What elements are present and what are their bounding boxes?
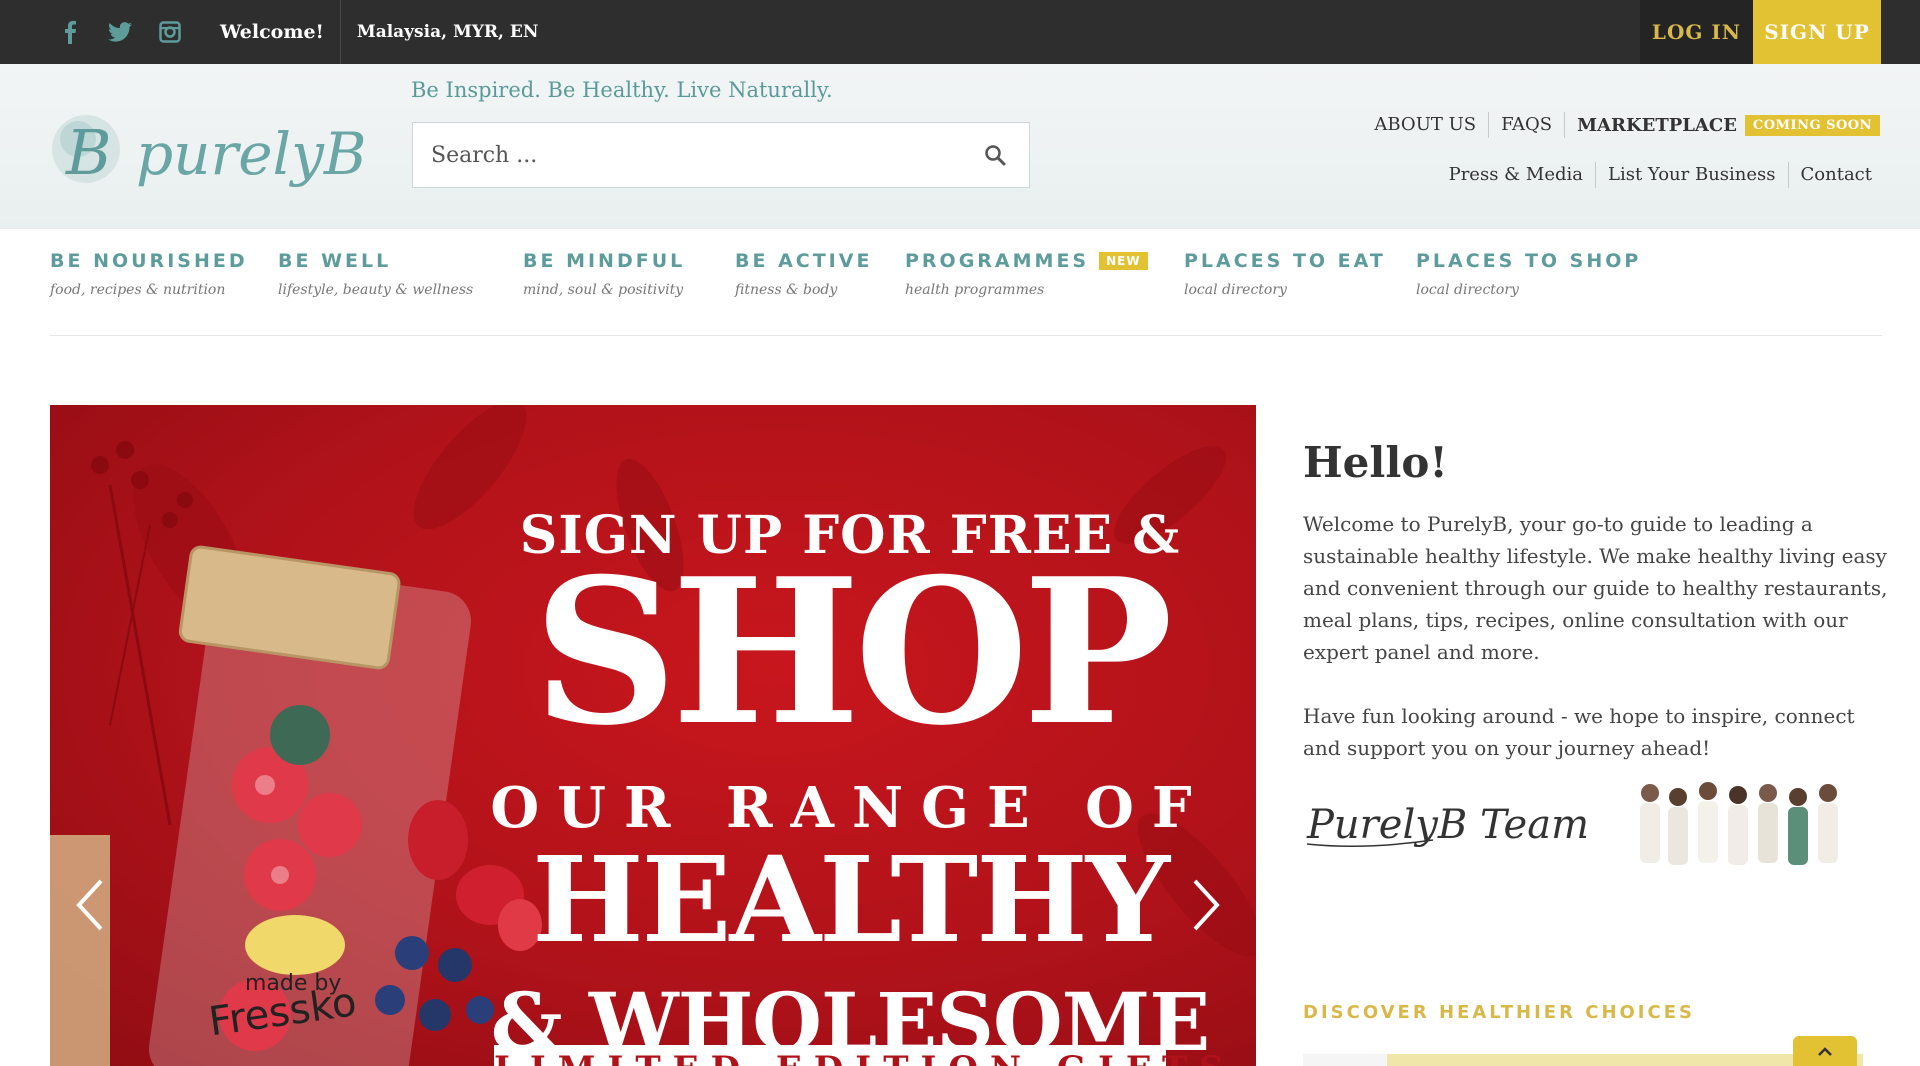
nav-subtitle: local directory: [1416, 282, 1519, 298]
carousel-prev-icon[interactable]: [70, 875, 110, 935]
search-input[interactable]: Search ...: [431, 143, 981, 168]
nav-title: PLACES TO SHOP: [1416, 250, 1642, 272]
team-photo: [1630, 775, 1860, 875]
scroll-top-button[interactable]: [1793, 1036, 1857, 1066]
discover-heading: DISCOVER HEALTHIER CHOICES: [1303, 1002, 1695, 1023]
hero-banner[interactable]: made by Fressko SIGN UP FOR FREE & SHOP …: [50, 405, 1256, 1066]
search-icon[interactable]: [981, 141, 1009, 169]
carousel-next-icon[interactable]: [1186, 875, 1226, 935]
new-badge: NEW: [1099, 252, 1148, 270]
nav-title-row: PROGRAMMES NEW: [905, 250, 1148, 272]
chevron-up-icon: [1817, 1042, 1833, 1061]
category-nav: BE NOURISHED food, recipes & nutrition B…: [50, 250, 1882, 336]
nav-subtitle: health programmes: [905, 282, 1045, 298]
press-media-link[interactable]: Press & Media: [1437, 162, 1596, 188]
nav-subtitle: lifestyle, beauty & wellness: [278, 282, 474, 298]
faqs-link[interactable]: FAQS: [1489, 112, 1566, 138]
nav-item-be-mindful[interactable]: BE MINDFUL mind, soul & positivity: [523, 250, 685, 298]
coming-soon-badge: COMING SOON: [1744, 114, 1880, 136]
team-signature: PurelyB Team: [1303, 780, 1603, 860]
marketplace-link[interactable]: MARKETPLACE: [1565, 115, 1745, 136]
hello-heading: Hello!: [1303, 438, 1448, 487]
nav-item-be-well[interactable]: BE WELL lifestyle, beauty & wellness: [278, 250, 473, 298]
about-us-link[interactable]: ABOUT US: [1362, 112, 1490, 138]
nav-item-be-nourished[interactable]: BE NOURISHED food, recipes & nutrition: [50, 250, 248, 298]
nav-title: PROGRAMMES: [905, 250, 1090, 272]
signature-text: PurelyB Team: [1306, 802, 1589, 848]
banner-line-6: LIMITED EDITION GIFTS: [494, 1045, 1224, 1066]
nav-title: BE WELL: [278, 250, 392, 272]
banner-line-4: HEALTHY: [532, 830, 1170, 969]
login-button[interactable]: LOG IN: [1640, 0, 1753, 64]
nav-title: BE MINDFUL: [523, 250, 686, 272]
intro-text: Welcome to PurelyB, your go-to guide to …: [1303, 512, 1888, 664]
divider: [339, 0, 341, 64]
nav-title: BE NOURISHED: [50, 250, 248, 272]
secondary-links: Press & Media List Your Business Contact: [1437, 162, 1880, 188]
discover-strip: [1303, 1054, 1863, 1066]
social-links: [56, 18, 184, 46]
facebook-icon[interactable]: [56, 18, 84, 46]
svg-text:B: B: [65, 116, 112, 189]
nav-subtitle: local directory: [1184, 282, 1287, 298]
welcome-text: Welcome!: [220, 21, 324, 43]
nav-item-places-to-eat[interactable]: PLACES TO EAT local directory: [1184, 250, 1386, 298]
purelyb-logo[interactable]: B purelyB: [48, 94, 383, 209]
nav-item-be-active[interactable]: BE ACTIVE fitness & body: [735, 250, 872, 298]
locale-selector[interactable]: Malaysia, MYR, EN: [357, 22, 538, 42]
signup-button[interactable]: SIGN UP: [1753, 0, 1881, 64]
twitter-icon[interactable]: [106, 18, 134, 46]
nav-title: BE ACTIVE: [735, 250, 873, 272]
site-header: B purelyB Be Inspired. Be Healthy. Live …: [0, 64, 1920, 229]
top-bar: Welcome! Malaysia, MYR, EN LOG IN SIGN U…: [0, 0, 1920, 64]
nav-item-programmes[interactable]: PROGRAMMES NEW health programmes: [905, 250, 1148, 298]
nav-subtitle: fitness & body: [735, 282, 838, 298]
banner-line-2: SHOP: [532, 535, 1173, 770]
search-box[interactable]: Search ...: [412, 122, 1030, 188]
nav-title: PLACES TO EAT: [1184, 250, 1386, 272]
list-business-link[interactable]: List Your Business: [1596, 162, 1789, 188]
contact-link[interactable]: Contact: [1789, 162, 1880, 188]
primary-links: ABOUT US FAQS MARKETPLACE COMING SOON: [1362, 112, 1880, 138]
nav-subtitle: mind, soul & positivity: [523, 282, 684, 298]
logo-text: purelyB: [136, 120, 366, 188]
tagline: Be Inspired. Be Healthy. Live Naturally.: [411, 78, 833, 102]
nav-subtitle: food, recipes & nutrition: [50, 282, 226, 298]
intro-text-2: Have fun looking around - we hope to ins…: [1303, 704, 1855, 760]
instagram-icon[interactable]: [156, 18, 184, 46]
nav-item-places-to-shop[interactable]: PLACES TO SHOP local directory: [1416, 250, 1641, 298]
